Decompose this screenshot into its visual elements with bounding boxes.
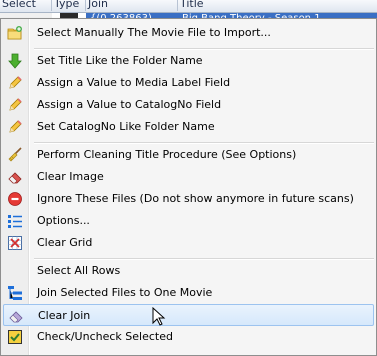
column-header-title[interactable]: Title	[178, 0, 377, 11]
menu-item-select-movie-file[interactable]: Select Manually The Movie File to Import…	[3, 22, 374, 44]
menu-item-label: Set CatalogNo Like Folder Name	[37, 120, 215, 133]
no-entry-icon	[8, 192, 22, 206]
options-list-icon	[8, 215, 22, 228]
checkbox-icon	[8, 330, 22, 344]
menu-item-select-all-rows[interactable]: Select All Rows	[3, 260, 374, 282]
menu-item-label: Ignore These Files (Do not show anymore …	[37, 192, 354, 205]
menu-item-clear-image[interactable]: Clear Image	[3, 166, 374, 188]
column-header-type[interactable]: Type	[52, 0, 86, 11]
menu-item-label: Assign a Value to Media Label Field	[37, 76, 231, 89]
menu-item-label: Perform Cleaning Title Procedure (See Op…	[37, 148, 297, 161]
pencil-icon	[9, 98, 22, 111]
clear-grid-icon	[8, 236, 22, 250]
column-header-select[interactable]: Select	[0, 0, 52, 11]
menu-item-set-catalogno-folder-name[interactable]: Set CatalogNo Like Folder Name	[3, 116, 374, 138]
menu-item-check-uncheck-selected[interactable]: Check/Uncheck Selected	[3, 326, 374, 348]
folder-add-icon	[7, 26, 22, 40]
pencil-icon	[9, 76, 22, 89]
eraser-red-icon	[8, 172, 22, 184]
green-arrow-down-icon	[8, 53, 22, 69]
menu-item-clear-grid[interactable]: Clear Grid	[3, 232, 374, 254]
eraser-icon	[9, 311, 23, 323]
grid-header: Select Type Join Title	[0, 0, 377, 13]
menu-item-options[interactable]: Options...	[3, 210, 374, 232]
menu-item-label: Options...	[37, 214, 90, 227]
menu-item-ignore-files[interactable]: Ignore These Files (Do not show anymore …	[3, 188, 374, 210]
column-header-join[interactable]: Join	[86, 0, 178, 11]
menu-item-label: Join Selected Files to One Movie	[37, 286, 213, 299]
tree-join-icon	[8, 286, 22, 300]
broom-icon	[8, 147, 22, 162]
menu-item-set-title-folder-name[interactable]: Set Title Like the Folder Name	[3, 50, 374, 72]
menu-item-perform-cleaning-title[interactable]: Perform Cleaning Title Procedure (See Op…	[3, 144, 374, 166]
menu-item-join-selected-files[interactable]: Join Selected Files to One Movie	[3, 282, 374, 304]
pencil-icon	[9, 120, 22, 133]
menu-item-label: Select All Rows	[37, 264, 121, 277]
mouse-cursor-icon	[152, 307, 166, 326]
context-menu: Select Manually The Movie File to Import…	[0, 18, 377, 356]
menu-item-assign-catalogno[interactable]: Assign a Value to CatalogNo Field	[3, 94, 374, 116]
menu-item-label: Assign a Value to CatalogNo Field	[37, 98, 222, 111]
menu-item-assign-media-label[interactable]: Assign a Value to Media Label Field	[3, 72, 374, 94]
menu-item-label: Check/Uncheck Selected	[37, 330, 173, 343]
menu-item-label: Set Title Like the Folder Name	[37, 54, 203, 67]
menu-item-label: Clear Join	[38, 309, 91, 322]
menu-item-label: Select Manually The Movie File to Import…	[37, 26, 271, 39]
menu-item-label: Clear Grid	[37, 236, 93, 249]
menu-item-clear-join[interactable]: Clear Join	[3, 304, 374, 326]
menu-item-label: Clear Image	[37, 170, 104, 183]
